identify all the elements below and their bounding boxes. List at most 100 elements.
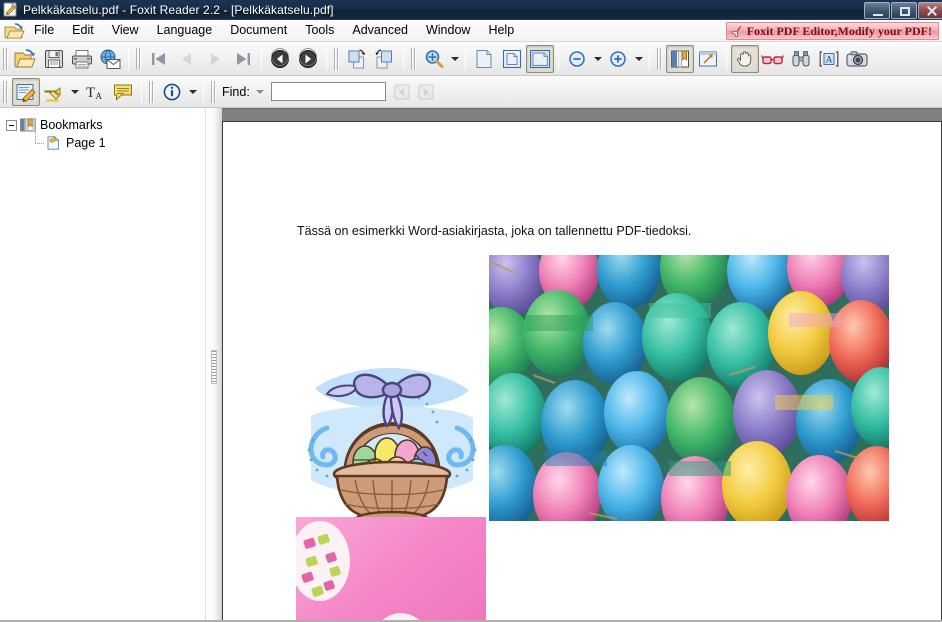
svg-text:T: T [86,85,95,101]
hand-tool-button[interactable] [731,44,759,73]
previous-page-button[interactable] [173,45,201,73]
highlight-dropdown[interactable] [68,79,81,105]
toggle-bookmarks-panel-button[interactable] [666,44,694,73]
toolbar-separator [558,47,559,70]
menu-tools[interactable]: Tools [296,21,343,40]
bookmark-item-page-1[interactable]: Page 1 [30,132,205,152]
zoom-tool-dropdown[interactable] [448,46,461,72]
easter-eggs-photo [489,255,889,521]
menu-edit[interactable]: Edit [63,21,103,40]
select-text-button[interactable] [759,45,787,73]
menu-bar: File Edit View Language Document Tools A… [0,20,942,42]
toolbar-grip[interactable] [210,80,217,103]
toolbar-separator [403,47,404,70]
toolbar-grip[interactable] [135,47,142,70]
actual-size-button[interactable] [470,45,498,73]
document-info-dropdown[interactable] [186,79,199,105]
next-page-button[interactable] [201,45,229,73]
bookmark-root-label: Bookmarks [40,118,103,132]
find-input[interactable] [270,82,386,101]
ad-banner-text: Foxit PDF Editor,Modify your PDF! [746,23,932,38]
pink-eggs-photo [296,517,486,622]
toolbar-separator [128,47,129,70]
page-bookmark-icon [46,136,62,150]
menu-window[interactable]: Window [417,21,479,40]
toolbar-grip[interactable] [2,80,9,103]
last-page-button[interactable] [229,45,257,73]
bookmark-child-label: Page 1 [66,136,106,150]
foxit-document-icon [3,2,19,17]
go-back-button[interactable] [266,45,294,73]
toolbar-grip[interactable] [2,47,9,70]
menu-advanced[interactable]: Advanced [343,21,417,40]
zoom-out-dropdown[interactable] [591,46,604,72]
foxit-reader-window: Pelkkäkatselu.pdf - Foxit Reader 2.2 - [… [0,0,942,622]
text-viewer-button[interactable]: A [815,45,843,73]
toolbar-separator [203,80,204,103]
fullscreen-button[interactable] [694,45,722,73]
bookmarks-icon [20,118,36,132]
toolbar-grip[interactable] [333,47,340,70]
main-toolbar: A [0,42,942,76]
toolbar-separator [726,47,727,70]
toolbar-grip[interactable] [148,80,155,103]
edit-annotation-button[interactable] [12,77,40,106]
document-icon[interactable] [3,21,25,41]
snapshot-button[interactable] [843,45,871,73]
rotate-clockwise-button[interactable] [343,45,371,73]
rocket-icon [730,25,743,38]
bookmarks-tree: Bookmarks Page 1 [0,108,205,152]
fit-width-button[interactable] [526,44,554,73]
zoom-out-button[interactable] [563,45,591,73]
svg-text:A: A [96,91,103,101]
zoom-in-button[interactable] [604,45,632,73]
minimize-button[interactable] [864,1,890,19]
window-controls [864,0,942,20]
document-paragraph: Tässä on esimerkki Word-asiakirjasta, jo… [297,224,692,238]
document-info-button[interactable] [158,78,186,106]
toolbar-separator [141,80,142,103]
zoom-tool-button[interactable] [420,45,448,73]
toolbar-separator [649,47,650,70]
splitter-grip[interactable] [211,350,217,384]
bookmarks-panel: Bookmarks Page 1 [0,108,206,622]
document-view[interactable]: Tässä on esimerkki Word-asiakirjasta, jo… [222,108,942,622]
go-forward-button[interactable] [294,45,322,73]
close-button[interactable] [918,1,942,19]
toolbar-separator [326,47,327,70]
menu-file[interactable]: File [25,21,63,40]
print-button[interactable] [68,45,96,73]
find-previous-button[interactable] [390,79,414,105]
note-button[interactable] [109,78,137,106]
save-button[interactable] [40,45,68,73]
typewriter-button[interactable]: T A [81,78,109,106]
menu-language[interactable]: Language [148,21,222,40]
rotate-counterclockwise-button[interactable] [371,45,399,73]
fit-page-button[interactable] [498,45,526,73]
easter-basket-clipart [297,354,487,526]
find-label: Find: [222,84,250,99]
pdf-page[interactable]: Tässä on esimerkki Word-asiakirjasta, jo… [222,121,942,622]
menu-view[interactable]: View [103,21,148,40]
toolbar-grip[interactable] [656,47,663,70]
email-button[interactable] [96,45,124,73]
window-title: Pelkkäkatselu.pdf - Foxit Reader 2.2 - [… [23,2,334,17]
collapse-expander-icon[interactable] [6,119,17,131]
highlight-button[interactable] [40,78,68,106]
toolbar-separator [261,47,262,70]
zoom-in-dropdown[interactable] [632,46,645,72]
find-button[interactable] [787,45,815,73]
toolbar-separator [465,47,466,70]
find-next-button[interactable] [414,79,438,105]
panel-splitter[interactable] [206,108,222,622]
menu-help[interactable]: Help [479,21,523,40]
open-file-button[interactable] [12,45,40,73]
annotation-toolbar: T A Find: [0,76,942,108]
find-dropdown[interactable] [254,79,267,105]
tree-connector [30,132,46,152]
first-page-button[interactable] [145,45,173,73]
foxit-editor-ad-banner[interactable]: Foxit PDF Editor,Modify your PDF! [725,22,939,40]
toolbar-grip[interactable] [410,47,417,70]
menu-document[interactable]: Document [221,21,296,40]
maximize-button[interactable] [891,1,917,19]
